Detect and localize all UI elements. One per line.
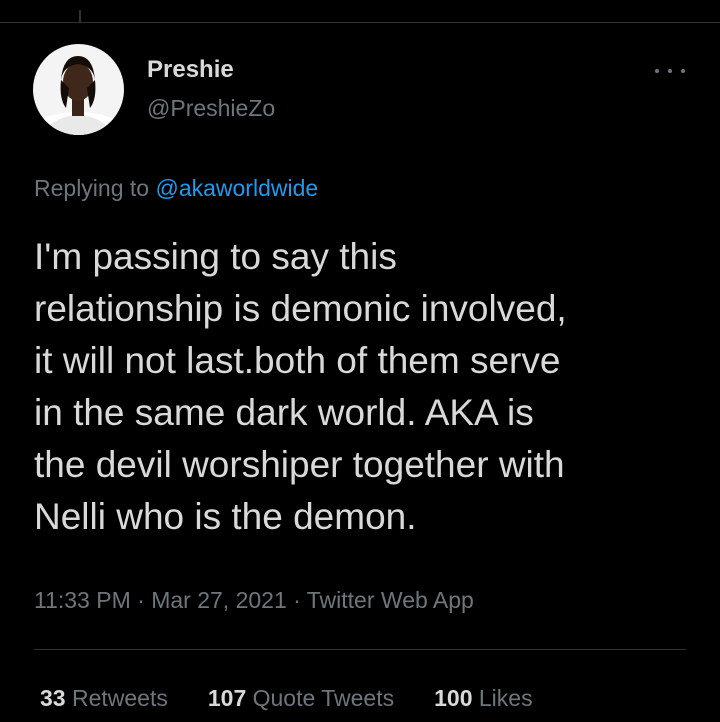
retweets-stat[interactable]: 33 Retweets — [40, 685, 168, 712]
quotes-count: 107 — [207, 685, 247, 711]
tweet-time[interactable]: 11:33 PM — [34, 587, 131, 613]
dot-icon — [681, 69, 685, 73]
tweet-text: I'm passing to say this relationship is … — [34, 236, 567, 537]
quote-tweets-stat[interactable]: 107 Quote Tweets — [208, 685, 394, 712]
retweets-label: Retweets — [71, 685, 168, 711]
author-handle[interactable]: @PreshieZo — [147, 95, 275, 122]
reply-prefix: Replying to — [34, 175, 156, 201]
reply-mention-link[interactable]: @akaworldwide — [155, 175, 318, 201]
likes-count: 100 — [434, 685, 473, 711]
dot-icon — [668, 69, 672, 73]
likes-stat[interactable]: 100 Likes — [434, 685, 532, 712]
likes-label: Likes — [478, 685, 533, 711]
author-display-name[interactable]: Preshie — [147, 56, 234, 84]
tweet-date[interactable]: Mar 27, 2021 — [151, 587, 287, 613]
top-divider — [0, 22, 720, 23]
stats-divider — [34, 649, 686, 650]
tweet-meta: 11:33 PM · Mar 27, 2021 · Twitter Web Ap… — [34, 587, 474, 614]
engagement-stats: 33 Retweets 107 Quote Tweets 100 Likes — [40, 685, 533, 712]
more-options-icon[interactable] — [655, 66, 685, 76]
reply-context: Replying to @akaworldwide — [34, 175, 318, 202]
retweets-count: 33 — [40, 685, 66, 711]
meta-separator: · — [137, 587, 145, 613]
tweet-source[interactable]: Twitter Web App — [307, 587, 474, 613]
meta-separator: · — [293, 587, 301, 613]
quotes-label: Quote Tweets — [252, 685, 395, 711]
dot-icon — [655, 69, 659, 73]
avatar[interactable] — [33, 44, 124, 135]
